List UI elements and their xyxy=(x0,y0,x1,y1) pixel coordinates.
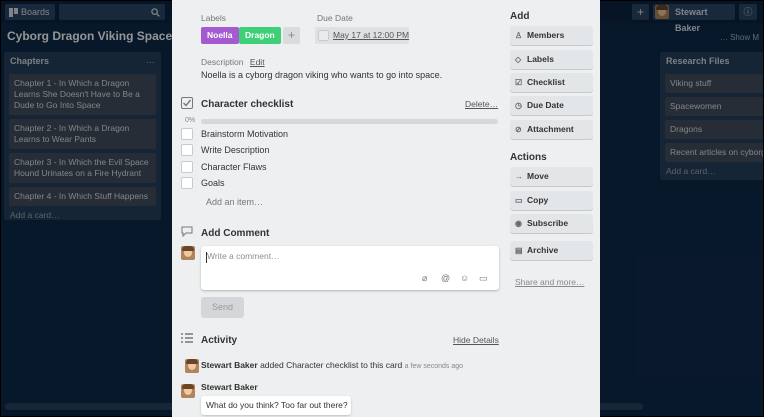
add-comment-heading: Add Comment xyxy=(201,228,270,239)
card-detail-modal: Labels Noella Dragon + Due Date May 17 a… xyxy=(172,0,600,417)
due-date-badge[interactable]: May 17 at 12:00 PM xyxy=(315,27,409,44)
checklist-button[interactable]: ☑ Checklist xyxy=(510,73,593,92)
activity-icon xyxy=(181,333,193,345)
members-button[interactable]: ♙ Members xyxy=(510,26,593,45)
activity-entry: Stewart Baker added Character checklist … xyxy=(201,360,463,370)
comment-box[interactable]: ⌀ @ ☺ ▭ xyxy=(201,246,499,290)
move-label: Move xyxy=(527,171,549,181)
comment-author[interactable]: Stewart Baker xyxy=(201,382,258,392)
paperclip-icon: ⊘ xyxy=(515,125,522,134)
labels-button[interactable]: ◇ Labels xyxy=(510,50,593,69)
comment-bubble: What do you think? Too far out there? xyxy=(201,396,351,415)
attachment-label: Attachment xyxy=(527,124,574,134)
current-user-avatar xyxy=(181,246,195,260)
attachment-button[interactable]: ⊘ Attachment xyxy=(510,120,593,139)
copy-icon: ▭ xyxy=(515,196,523,205)
checklist-item-text[interactable]: Brainstorm Motivation xyxy=(201,129,288,139)
checklist-item-checkbox[interactable] xyxy=(181,144,193,156)
activity-avatar xyxy=(185,359,199,373)
checklist-item-text[interactable]: Goals xyxy=(201,178,225,188)
subscribe-button[interactable]: ◉ Subscribe xyxy=(510,214,593,233)
archive-button[interactable]: ▤ Archive xyxy=(510,241,593,260)
copy-label: Copy xyxy=(527,195,549,205)
description-heading: Description Edit xyxy=(201,57,265,67)
comment-author-avatar xyxy=(181,384,195,398)
archive-label: Archive xyxy=(527,245,559,255)
arrow-right-icon: → xyxy=(515,172,523,181)
labels-label: Labels xyxy=(527,54,554,64)
add-heading: Add xyxy=(510,11,530,22)
archive-icon: ▤ xyxy=(515,246,523,255)
attach-icon[interactable]: ⌀ xyxy=(422,273,427,284)
comment-icon xyxy=(181,226,193,239)
send-button[interactable]: Send xyxy=(201,297,244,318)
checklist-item-checkbox[interactable] xyxy=(181,177,193,189)
description-edit-link[interactable]: Edit xyxy=(250,57,265,67)
add-checklist-item-link[interactable]: Add an item… xyxy=(206,197,263,207)
checklist-label: Checklist xyxy=(527,77,565,87)
activity-user[interactable]: Stewart Baker xyxy=(201,360,258,370)
tag-icon: ◇ xyxy=(515,55,522,64)
card-link-icon[interactable]: ▭ xyxy=(479,273,488,284)
subscribe-label: Subscribe xyxy=(527,218,569,228)
due-date-button[interactable]: ◷ Due Date xyxy=(510,96,593,115)
checklist-title[interactable]: Character checklist xyxy=(201,99,293,110)
mention-icon[interactable]: @ xyxy=(441,273,450,283)
copy-button[interactable]: ▭ Copy xyxy=(510,191,593,210)
checklist-progress-percent: 0% xyxy=(185,117,196,124)
description-text: Noella is a cyborg dragon viking who wan… xyxy=(201,70,443,80)
checklist-item-text[interactable]: Write Description xyxy=(201,145,269,155)
hide-details-link[interactable]: Hide Details xyxy=(453,335,499,345)
checklist-icon xyxy=(181,97,193,111)
checklist-item-checkbox[interactable] xyxy=(181,161,193,173)
members-label: Members xyxy=(527,30,565,40)
activity-text: added Character checklist to this card xyxy=(260,360,403,370)
activity-heading: Activity xyxy=(201,335,238,346)
comment-input[interactable] xyxy=(207,251,407,261)
checklist-item-checkbox[interactable] xyxy=(181,128,193,140)
person-icon: ♙ xyxy=(515,31,523,40)
share-and-more-link[interactable]: Share and more… xyxy=(515,277,584,287)
checklist-item-text[interactable]: Character Flaws xyxy=(201,162,267,172)
emoji-icon[interactable]: ☺ xyxy=(460,273,469,283)
description-heading-text: Description xyxy=(201,57,244,67)
label-chip[interactable]: Dragon xyxy=(239,27,281,44)
due-date-value: May 17 at 12:00 PM xyxy=(333,30,410,40)
due-date-heading: Due Date xyxy=(317,13,353,23)
checklist-delete-link[interactable]: Delete… xyxy=(465,99,498,109)
move-button[interactable]: → Move xyxy=(510,167,593,186)
activity-time[interactable]: a few seconds ago xyxy=(405,363,463,370)
add-label-button[interactable]: + xyxy=(283,27,300,44)
label-chip[interactable]: Noella xyxy=(201,27,239,44)
clock-icon: ◷ xyxy=(515,101,522,110)
actions-heading: Actions xyxy=(510,152,547,163)
labels-heading: Labels xyxy=(201,13,227,23)
due-complete-checkbox[interactable] xyxy=(318,30,329,41)
checkbox-icon: ☑ xyxy=(515,78,523,87)
eye-icon: ◉ xyxy=(515,219,522,228)
checklist-progress-bar xyxy=(201,119,498,124)
due-date-label: Due Date xyxy=(527,100,564,110)
